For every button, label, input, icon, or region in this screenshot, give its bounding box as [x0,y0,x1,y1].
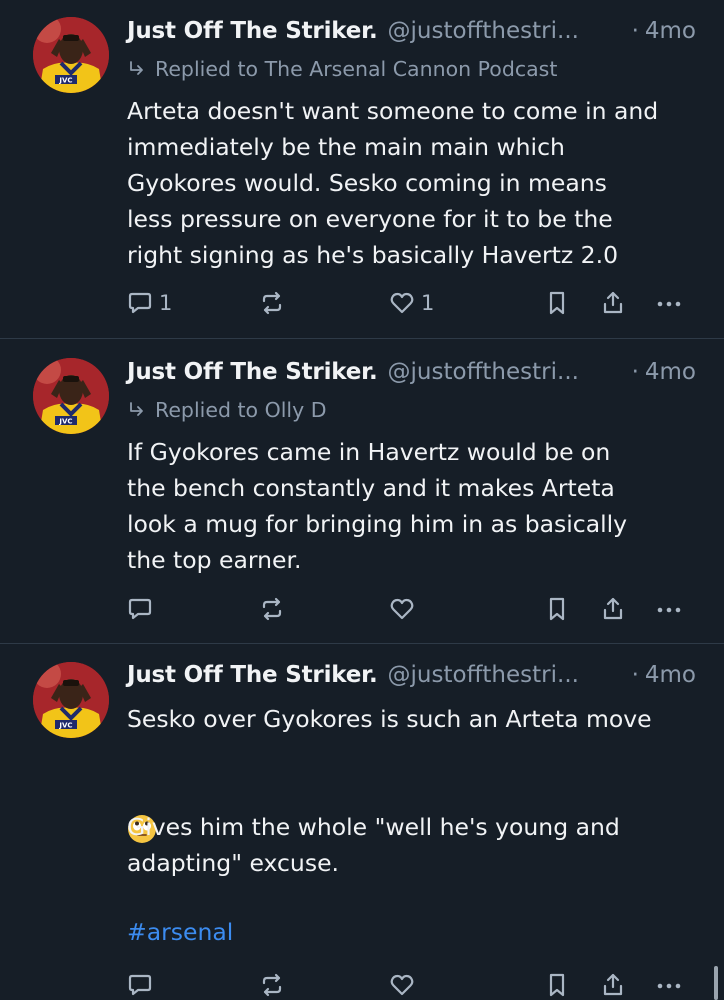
reply-button[interactable] [127,970,159,1000]
avatar[interactable]: JVC [33,17,109,93]
replied-to-text: Replied to Olly D [155,398,327,422]
like-icon [390,974,414,996]
reply-button[interactable]: 1 [127,288,172,318]
like-button[interactable] [389,594,421,624]
like-button[interactable]: 1 [389,288,434,318]
bookmark-icon [549,291,565,315]
share-icon [603,597,623,620]
hashtag-link[interactable]: #arsenal [127,918,233,946]
replied-to-line[interactable]: Replied to Olly D [127,398,327,422]
like-icon [390,598,414,620]
post-time[interactable]: 4mo [645,662,696,688]
post-time[interactable]: 4mo [645,359,696,385]
avatar-image: JVC [33,358,109,434]
action-bar: 1 1 [0,288,724,318]
bookmark-button[interactable] [544,970,570,1000]
reply-count: 1 [159,291,173,315]
post-header: Just Off The Striker. @justoffthestri...… [127,18,696,52]
separator-dot: · [631,359,639,385]
svg-text:JVC: JVC [58,77,72,85]
author-name[interactable]: Just Off The Striker. [127,18,378,44]
post[interactable]: JVC Just Off The Striker. @justoffthestr… [0,644,724,1000]
bookmark-icon [549,973,565,997]
post[interactable]: JVC Just Off The Striker. @justoffthestr… [0,0,724,339]
repost-icon [262,597,282,621]
more-button[interactable] [656,594,682,624]
author-handle[interactable]: @justoffthestri... [388,18,624,44]
post-body: If Gyokores came in Havertz would be on … [127,438,628,574]
avatar[interactable]: JVC [33,662,109,738]
repost-icon [262,291,282,315]
repost-button[interactable] [259,288,285,318]
post-header: Just Off The Striker. @justoffthestri...… [127,662,696,696]
author-name[interactable]: Just Off The Striker. [127,662,378,688]
post-text: Sesko over Gyokores is such an Arteta mo… [127,701,707,881]
post[interactable]: JVC Just Off The Striker. @justoffthestr… [0,339,724,644]
scrollbar[interactable] [714,966,718,1000]
author-handle[interactable]: @justoffthestri... [388,359,624,385]
post-header: Just Off The Striker. @justoffthestri...… [127,359,696,393]
separator-dot: · [631,18,639,44]
svg-text:JVC: JVC [58,722,72,730]
post-body-line1: Sesko over Gyokores is such an Arteta mo… [127,705,652,733]
replied-to-text: Replied to The Arsenal Cannon Podcast [155,57,558,81]
post-body: Arteta doesn't want someone to come in a… [127,97,659,269]
face-with-rolling-eyes-emoji [127,742,157,843]
author-handle[interactable]: @justoffthestri... [388,662,624,688]
separator-dot: · [631,662,639,688]
replied-arrow-icon [130,402,143,416]
share-icon [603,291,623,314]
like-button[interactable] [389,970,421,1000]
bookmark-icon [549,597,565,621]
share-button[interactable] [600,594,626,624]
more-button[interactable] [656,288,682,318]
avatar[interactable]: JVC [33,358,109,434]
like-icon [390,292,414,314]
repost-icon [262,973,282,997]
reply-button[interactable] [127,594,159,624]
like-count: 1 [421,291,435,315]
avatar-image: JVC [33,17,109,93]
more-button[interactable] [656,970,682,1000]
more-icon [657,607,681,613]
avatar-image: JVC [33,662,109,738]
more-icon [657,301,681,307]
action-bar [0,594,724,624]
svg-text:JVC: JVC [58,418,72,426]
reply-icon [128,974,152,996]
bookmark-button[interactable] [544,594,570,624]
action-bar [0,970,724,1000]
more-icon [657,983,681,989]
repost-button[interactable] [259,594,285,624]
post-body-rest: Gives him the whole "well he's young and… [127,813,620,877]
reply-icon [128,292,152,314]
replied-arrow-icon [130,61,143,75]
share-icon [603,973,623,996]
post-text: Arteta doesn't want someone to come in a… [127,93,707,273]
share-button[interactable] [600,970,626,1000]
reply-icon [128,598,152,620]
post-text: If Gyokores came in Havertz would be on … [127,434,707,578]
post-feed: JVC Just Off The Striker. @justoffthestr… [0,0,724,1000]
post-time[interactable]: 4mo [645,18,696,44]
replied-to-line[interactable]: Replied to The Arsenal Cannon Podcast [127,57,557,81]
repost-button[interactable] [259,970,285,1000]
share-button[interactable] [600,288,626,318]
bookmark-button[interactable] [544,288,570,318]
author-name[interactable]: Just Off The Striker. [127,359,378,385]
